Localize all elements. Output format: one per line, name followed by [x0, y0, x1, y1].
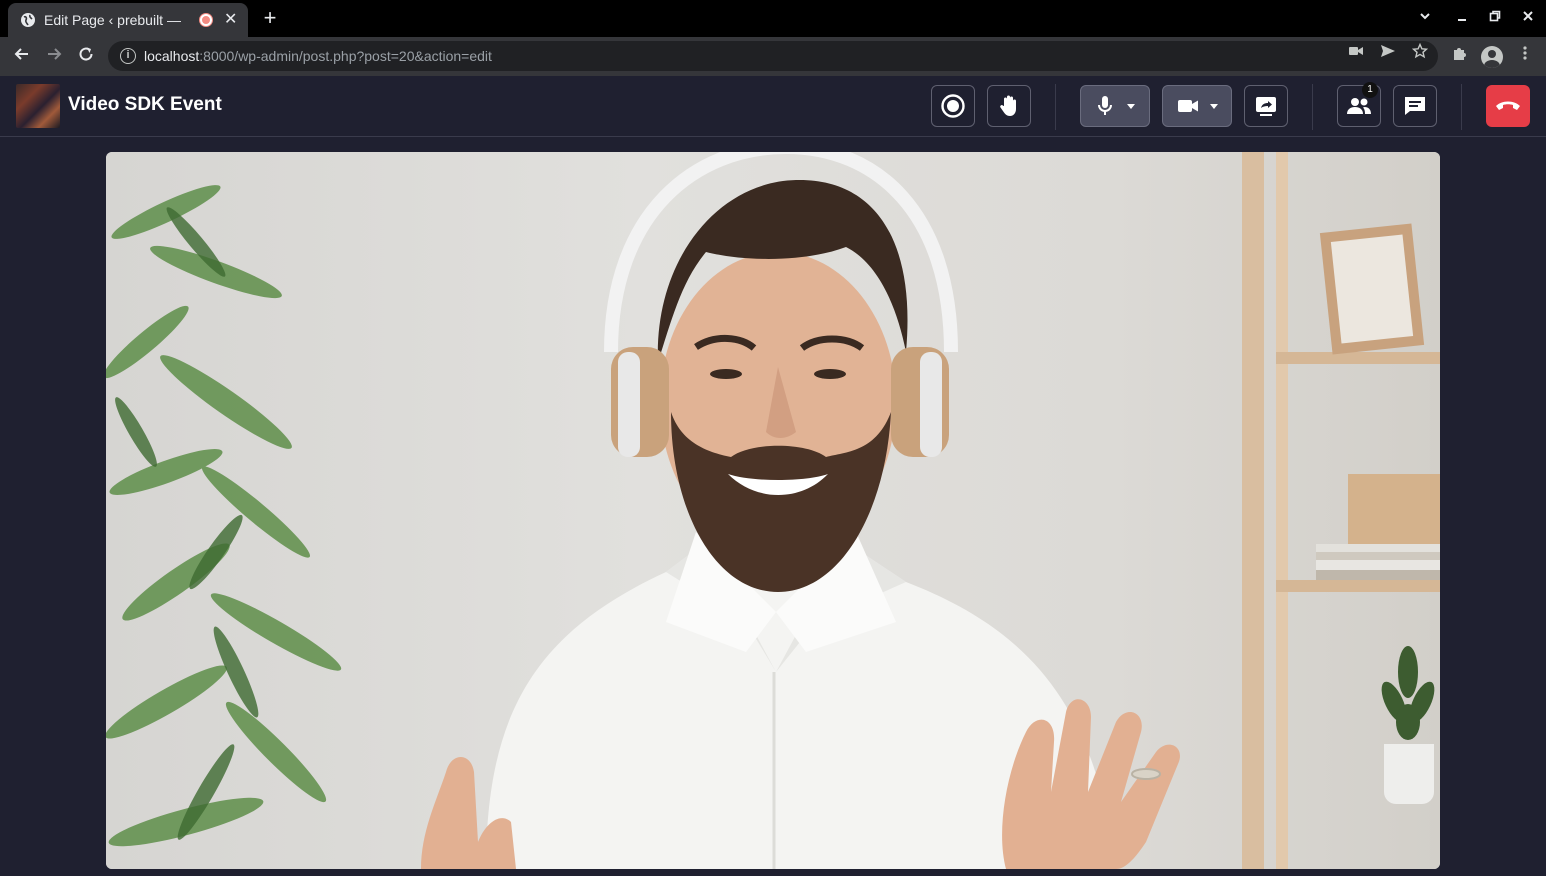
meeting-header: Video SDK Event 1 — [0, 76, 1546, 137]
record-icon — [941, 94, 965, 118]
camera-in-use-icon[interactable] — [1347, 43, 1365, 61]
new-tab-button[interactable]: + — [258, 6, 282, 30]
url-host: localhost — [144, 48, 200, 64]
tab-search-icon[interactable] — [1414, 8, 1436, 30]
hand-icon — [1000, 95, 1016, 116]
address-bar[interactable]: i localhost:8000/wp-admin/post.php?post=… — [108, 41, 1438, 71]
toolbar-divider — [1055, 84, 1056, 130]
reload-icon[interactable] — [73, 44, 99, 70]
raise-hand-button[interactable] — [987, 85, 1031, 127]
record-button[interactable] — [931, 85, 975, 127]
toolbar-divider — [1312, 84, 1313, 130]
event-logo — [16, 84, 60, 128]
participants-button[interactable]: 1 — [1337, 82, 1381, 127]
back-icon[interactable] — [9, 44, 35, 70]
browser-toolbar: i localhost:8000/wp-admin/post.php?post=… — [0, 37, 1546, 76]
phone-hangup-icon — [1496, 101, 1520, 110]
send-to-devices-icon[interactable] — [1379, 43, 1397, 61]
mic-options-chevron-down-icon[interactable] — [1126, 103, 1135, 109]
browser-menu-icon[interactable] — [1514, 45, 1536, 67]
close-window-icon[interactable] — [1517, 8, 1539, 30]
video-camera-icon — [1177, 100, 1198, 112]
chat-button[interactable] — [1393, 85, 1437, 127]
people-icon — [1347, 98, 1371, 114]
mic-button[interactable] — [1080, 85, 1150, 127]
bookmark-star-icon[interactable] — [1411, 42, 1429, 61]
screen-share-icon — [1256, 97, 1276, 116]
browser-tab[interactable]: Edit Page ‹ prebuilt — ✕ — [8, 3, 248, 37]
end-call-button[interactable] — [1486, 85, 1530, 127]
tab-title: Edit Page ‹ prebuilt — — [44, 12, 181, 28]
camera-options-chevron-down-icon[interactable] — [1209, 103, 1218, 109]
minimize-icon[interactable] — [1451, 8, 1473, 30]
participant-video-tile[interactable] — [106, 152, 1440, 869]
participant-person — [421, 152, 1180, 869]
participants-count-badge: 1 — [1362, 82, 1378, 98]
chat-icon — [1405, 97, 1425, 115]
profile-avatar[interactable] — [1481, 46, 1503, 68]
forward-icon[interactable] — [41, 44, 67, 70]
site-info-icon[interactable]: i — [120, 48, 136, 64]
screen-share-button[interactable] — [1244, 85, 1288, 127]
url-path: :8000/wp-admin/post.php?post=20&action=e… — [199, 48, 492, 64]
browser-tab-bar: Edit Page ‹ prebuilt — ✕ + — [0, 0, 1546, 37]
tab-close-icon[interactable]: ✕ — [224, 12, 237, 28]
camera-button[interactable] — [1162, 85, 1232, 127]
recording-indicator-icon — [200, 14, 212, 26]
restore-icon[interactable] — [1484, 8, 1506, 30]
globe-icon — [21, 13, 35, 27]
meeting-title: Video SDK Event — [68, 94, 222, 115]
mic-icon — [1097, 96, 1112, 115]
toolbar-divider — [1461, 84, 1462, 130]
extensions-icon[interactable] — [1449, 45, 1471, 67]
